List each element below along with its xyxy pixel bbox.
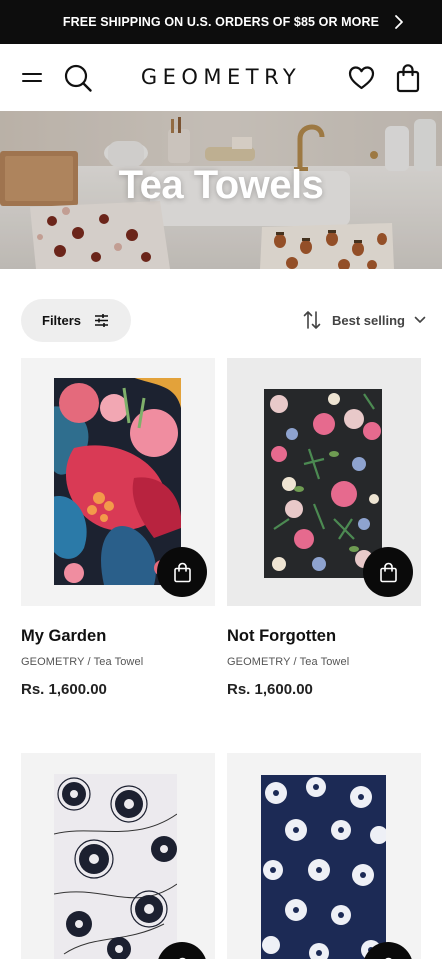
- sort-label: Best selling: [332, 312, 405, 328]
- chevron-right-icon[interactable]: [390, 13, 408, 31]
- page-title: Tea Towels: [118, 163, 324, 207]
- sliders-icon: [95, 314, 108, 327]
- announcement-text: FREE SHIPPING ON U.S. ORDERS OF $85 OR M…: [62, 15, 380, 29]
- filters-button[interactable]: Filters: [21, 299, 131, 342]
- towel-dandelion-image: [54, 774, 177, 959]
- shopping-bag-icon: [379, 562, 397, 582]
- heart-icon[interactable]: [348, 65, 375, 91]
- product-image[interactable]: [21, 358, 215, 606]
- product-card[interactable]: [227, 753, 421, 959]
- announcement-bar[interactable]: FREE SHIPPING ON U.S. ORDERS OF $85 OR M…: [0, 0, 442, 44]
- add-to-cart-button[interactable]: [157, 547, 207, 597]
- product-image[interactable]: [21, 753, 215, 959]
- towel-not-forgotten-image: [264, 389, 382, 578]
- towel-my-garden-image: [54, 378, 181, 585]
- hero-banner: Tea Towels: [0, 111, 442, 269]
- sort-arrows-icon: [303, 311, 321, 329]
- product-meta: GEOMETRY / Tea Towel: [21, 656, 144, 668]
- product-title[interactable]: Not Forgotten: [227, 627, 336, 646]
- product-image[interactable]: [227, 753, 421, 959]
- add-to-cart-button[interactable]: [363, 547, 413, 597]
- product-meta: GEOMETRY / Tea Towel: [227, 656, 350, 668]
- product-title[interactable]: My Garden: [21, 627, 106, 646]
- product-card[interactable]: [21, 753, 215, 959]
- shopping-bag-icon: [173, 562, 191, 582]
- chevron-down-icon: [414, 316, 426, 323]
- shopping-bag-icon[interactable]: [395, 63, 421, 93]
- product-image[interactable]: [227, 358, 421, 606]
- product-price: Rs. 1,600.00: [21, 681, 107, 698]
- site-header: GEOMETRY: [0, 44, 442, 111]
- collection-toolbar: Filters Best selling: [0, 270, 442, 356]
- towel-blossom-image: [261, 775, 386, 959]
- filters-label: Filters: [42, 313, 82, 328]
- product-card[interactable]: My Garden GEOMETRY / Tea Towel Rs. 1,600…: [21, 358, 215, 708]
- product-price: Rs. 1,600.00: [227, 681, 313, 698]
- sort-dropdown[interactable]: Best selling: [303, 309, 426, 331]
- product-card[interactable]: Not Forgotten GEOMETRY / Tea Towel Rs. 1…: [227, 358, 421, 708]
- brand-logo[interactable]: GEOMETRY: [0, 65, 442, 89]
